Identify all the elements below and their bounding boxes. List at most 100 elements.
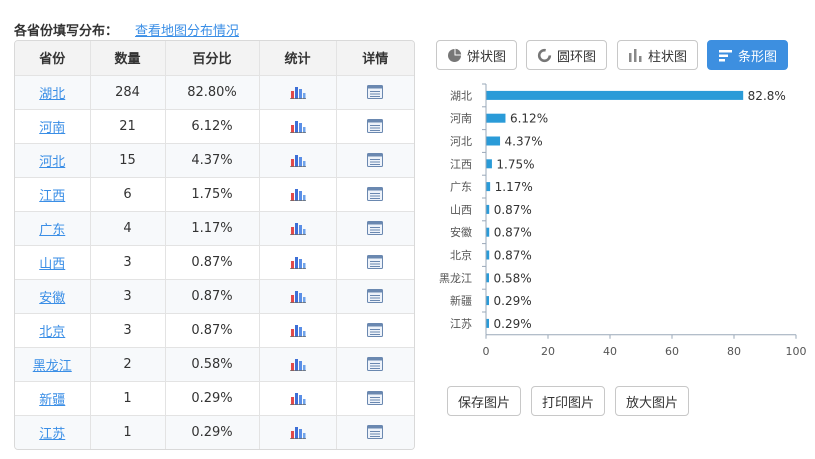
detail-list-icon[interactable] [367,119,384,133]
stats-cell [259,313,337,348]
value-label: 1.75% [496,157,534,171]
province-cell: 江苏 [15,415,91,449]
column-chart-button[interactable]: 柱状图 [617,40,698,70]
detail-cell [336,381,414,416]
count-cell: 1 [90,381,166,416]
province-link[interactable]: 广东 [39,223,65,238]
pie-icon [447,48,462,63]
table-row: 河南 21 6.12% [15,109,414,144]
detail-list-icon[interactable] [367,391,384,405]
print-image-button[interactable]: 打印图片 [531,386,605,416]
count-cell: 284 [90,75,166,110]
table-row: 江西 6 1.75% [15,177,414,212]
bar-chart-icon[interactable] [289,187,306,201]
province-link[interactable]: 新疆 [39,393,65,408]
province-link[interactable]: 江西 [39,189,65,204]
bar-chart-icon[interactable] [289,119,306,133]
province-link[interactable]: 江苏 [39,427,65,442]
detail-cell [336,245,414,280]
bar-chart-icon[interactable] [289,357,306,371]
detail-cell [336,313,414,348]
detail-list-icon[interactable] [367,323,384,337]
zoom-image-button[interactable]: 放大图片 [615,386,689,416]
view-map-link[interactable]: 查看地图分布情况 [135,20,239,39]
detail-list-icon[interactable] [367,187,384,201]
bar-chart-icon[interactable] [289,425,306,440]
percent-cell: 0.29% [165,415,260,449]
bar [486,273,489,283]
percent-cell: 1.75% [165,177,260,212]
province-cell: 广东 [15,211,91,246]
detail-list-icon[interactable] [367,221,384,235]
table-row: 广东 4 1.17% [15,211,414,246]
province-cell: 安徽 [15,279,91,314]
bar-chart-icon[interactable] [289,153,306,167]
ring-chart-button[interactable]: 圆环图 [526,40,607,70]
province-link[interactable]: 河北 [39,155,65,170]
province-link[interactable]: 黑龙江 [33,359,72,374]
stats-cell [259,347,337,382]
column-header-count: 数量 [90,41,166,76]
bar-chart-icon[interactable] [289,255,306,269]
x-tick-label: 60 [665,345,679,358]
table-row: 湖北 284 82.80% [15,75,414,110]
bar-chart-label: 条形图 [737,49,777,65]
ring-icon [537,48,552,63]
bar [486,113,506,123]
detail-list-icon[interactable] [367,357,384,371]
table-row: 山西 3 0.87% [15,245,414,280]
province-table: 省份 数量 百分比 统计 详情 湖北 284 82.80% 河南 21 6.12% 河北 15… [15,41,414,449]
province-link[interactable]: 安徽 [39,291,65,306]
count-cell: 2 [90,347,166,382]
column-header-stats: 统计 [259,41,337,76]
bar-chart-icon[interactable] [289,323,306,337]
bar [486,90,744,100]
bar-chart-icon[interactable] [289,289,306,303]
count-cell: 4 [90,211,166,246]
province-cell: 湖北 [15,75,91,110]
value-label: 0.87% [494,249,532,263]
detail-list-icon[interactable] [367,85,384,99]
stats-cell [259,279,337,314]
bar-chart-icon[interactable] [289,391,306,405]
province-cell: 河南 [15,109,91,144]
column-header-province: 省份 [15,41,91,76]
count-cell: 3 [90,313,166,348]
stats-cell [259,177,337,212]
save-image-button[interactable]: 保存图片 [447,386,521,416]
bar-icon [718,48,733,63]
section-title: 各省份填写分布： [14,24,119,39]
value-label: 0.87% [494,226,532,240]
bar-chart-button[interactable]: 条形图 [707,40,788,70]
province-link[interactable]: 北京 [39,325,65,340]
column-header-detail: 详情 [336,41,414,76]
pie-chart-label: 饼状图 [466,49,506,65]
bar [486,296,489,306]
category-label: 黑龙江 [439,272,472,285]
bar [486,136,501,146]
percent-cell: 0.58% [165,347,260,382]
category-label: 江西 [450,158,472,171]
bar [486,227,490,237]
value-label: 0.29% [494,317,532,331]
category-label: 江苏 [450,317,472,330]
province-link[interactable]: 湖北 [39,87,65,102]
x-tick-label: 0 [483,345,490,358]
province-link[interactable]: 河南 [39,121,65,136]
bar-chart-icon[interactable] [289,85,306,99]
value-label: 4.37% [505,135,543,149]
count-cell: 15 [90,143,166,178]
detail-list-icon[interactable] [367,425,384,440]
province-link[interactable]: 山西 [39,257,65,272]
pie-chart-button[interactable]: 饼状图 [436,40,517,70]
bar [486,318,489,328]
category-label: 山西 [450,203,472,216]
category-label: 新疆 [450,294,472,308]
detail-list-icon[interactable] [367,255,384,269]
stats-cell [259,143,337,178]
table-row: 河北 15 4.37% [15,143,414,178]
bar-chart-icon[interactable] [289,221,306,235]
detail-list-icon[interactable] [367,289,384,303]
count-cell: 1 [90,415,166,449]
detail-list-icon[interactable] [367,153,384,167]
